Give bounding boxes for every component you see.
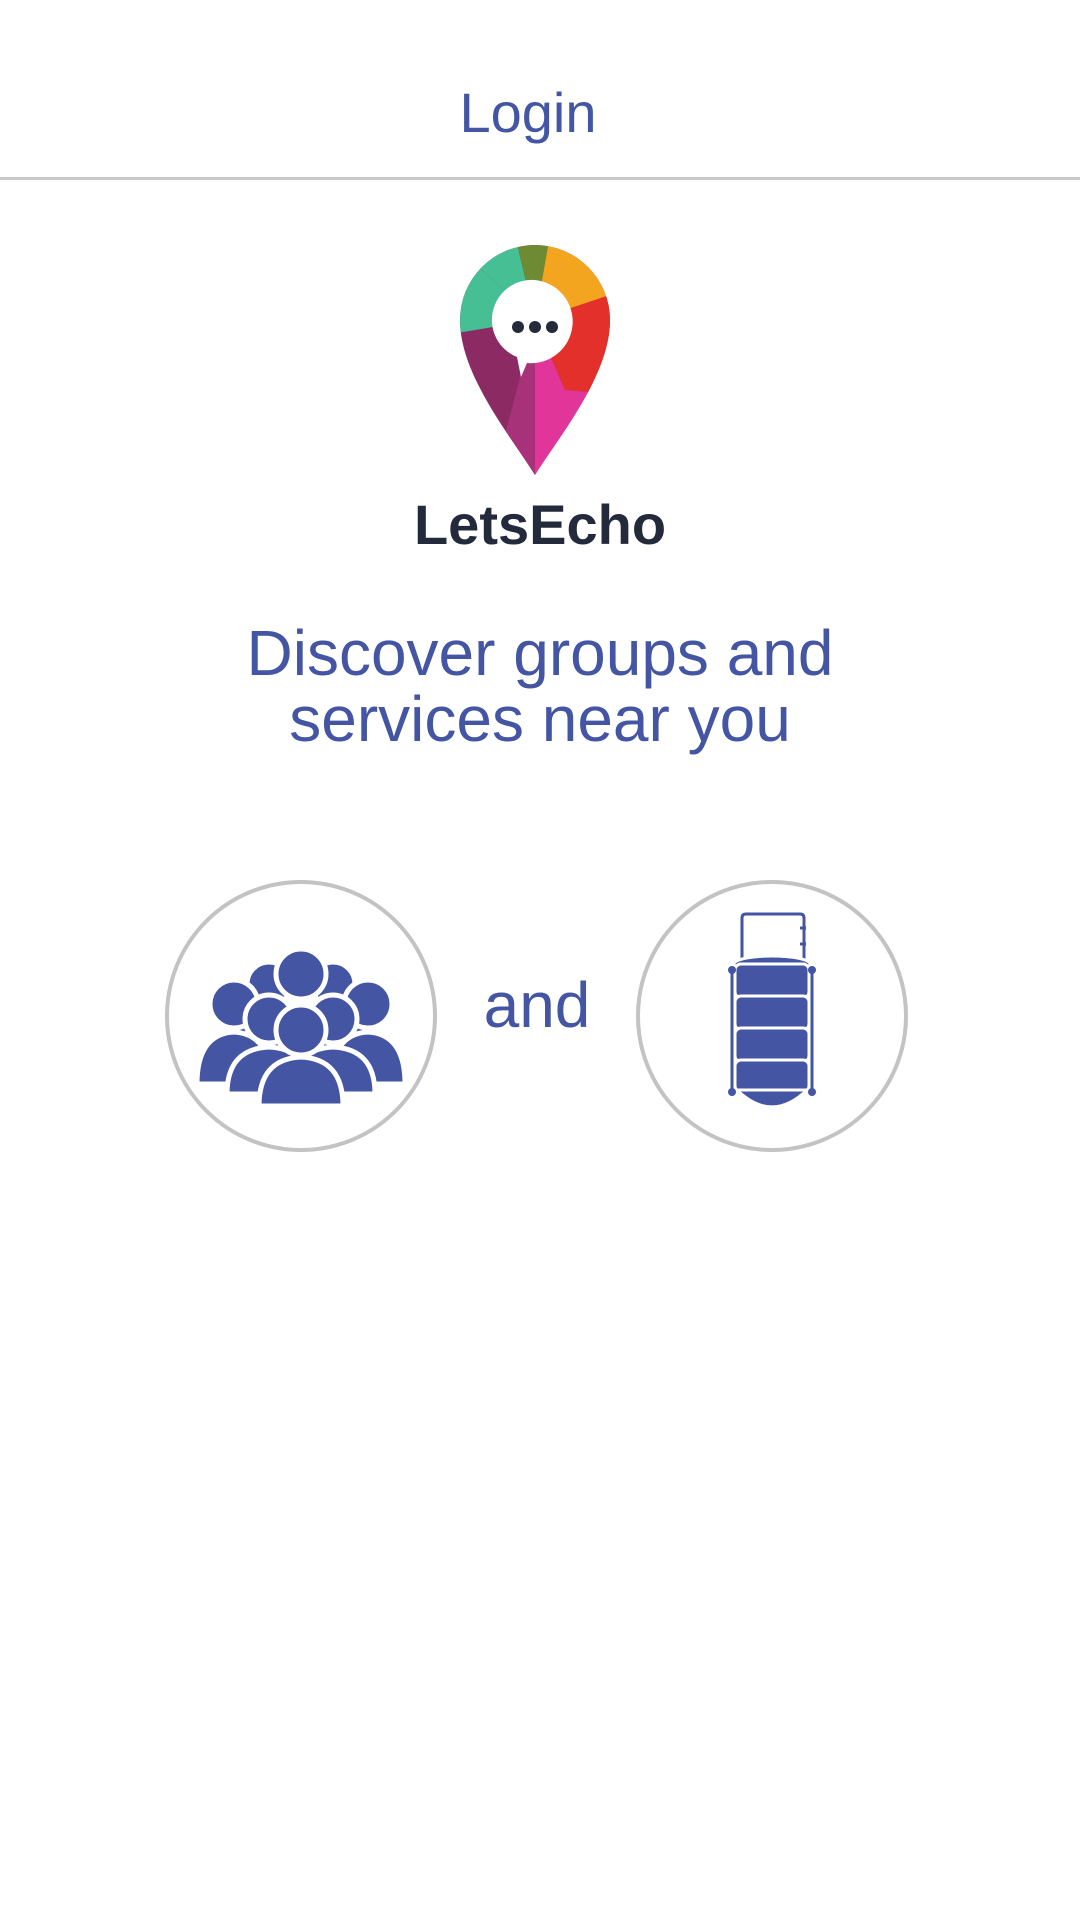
groups-circle: [165, 880, 437, 1152]
tagline-line-1: Discover groups and: [246, 617, 834, 689]
brand-name: LetsEcho: [413, 493, 667, 556]
tiffin-box-icon: [728, 912, 816, 1109]
connector-text: and: [483, 969, 591, 1041]
page-title: Login: [459, 81, 597, 144]
services-circle: [636, 880, 908, 1152]
app-header: Login: [0, 0, 1080, 180]
people-group-icon: [194, 946, 408, 1109]
tagline: Discover groups and services near you: [140, 620, 940, 752]
tagline-line-2: services near you: [289, 683, 791, 755]
letsecho-pin-logo-icon: [460, 245, 610, 475]
